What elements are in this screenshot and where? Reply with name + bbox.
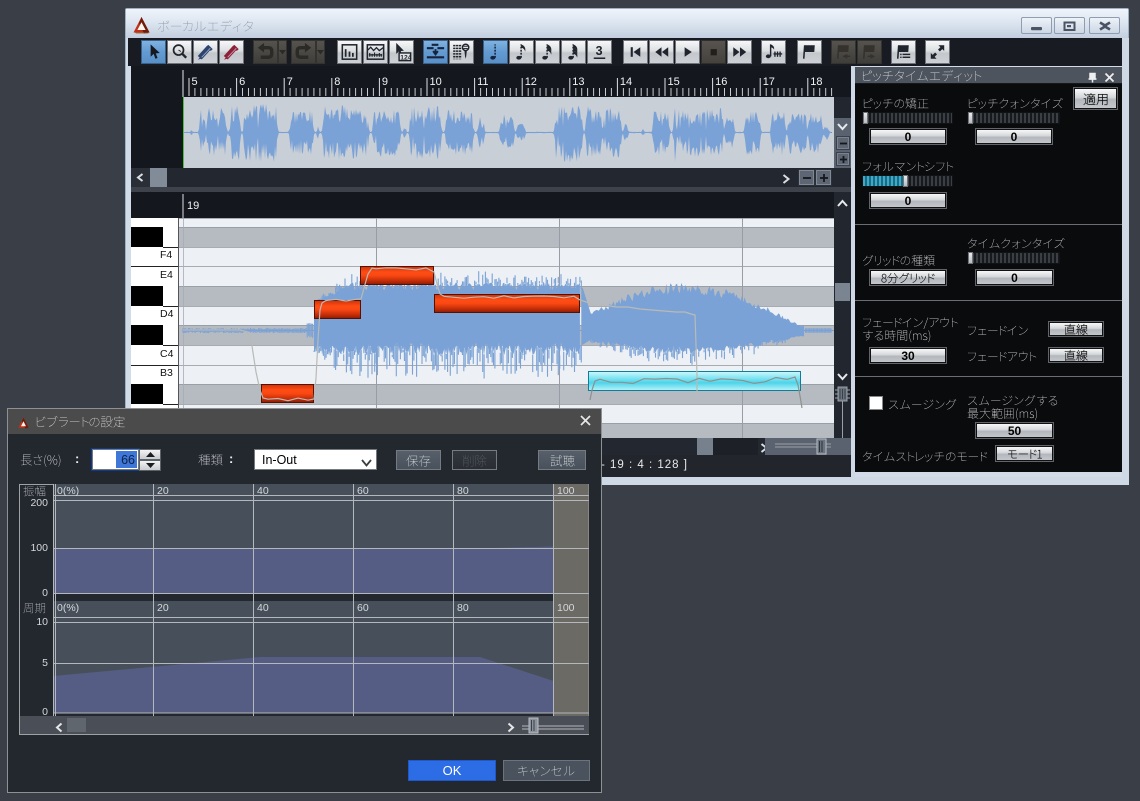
- svg-text:60: 60: [357, 602, 369, 614]
- svg-text:11: 11: [477, 76, 488, 88]
- svg-text:20: 20: [157, 485, 169, 497]
- svg-text:19: 19: [187, 200, 199, 212]
- svg-text:100: 100: [557, 602, 575, 614]
- svg-text:20: 20: [157, 602, 169, 614]
- svg-text:14: 14: [620, 76, 632, 88]
- svg-text:40: 40: [257, 485, 269, 497]
- svg-text:3: 3: [596, 44, 603, 58]
- svg-text:13: 13: [572, 76, 584, 88]
- svg-text:124: 124: [400, 55, 411, 62]
- svg-text:8: 8: [334, 76, 340, 88]
- svg-text:80: 80: [457, 485, 469, 497]
- svg-text:40: 40: [257, 602, 269, 614]
- svg-text:12: 12: [525, 76, 537, 88]
- svg-text:16: 16: [715, 76, 727, 88]
- svg-text:10: 10: [430, 76, 442, 88]
- svg-text:0(%): 0(%): [57, 485, 79, 497]
- svg-text:6: 6: [239, 76, 245, 88]
- svg-text:9: 9: [382, 76, 388, 88]
- svg-text:18: 18: [810, 76, 822, 88]
- svg-text:7: 7: [287, 76, 293, 88]
- svg-text:100: 100: [557, 485, 575, 497]
- svg-text:15: 15: [668, 76, 680, 88]
- svg-text:17: 17: [763, 76, 775, 88]
- svg-text:0(%): 0(%): [57, 602, 79, 614]
- svg-text:80: 80: [457, 602, 469, 614]
- svg-text:60: 60: [357, 485, 369, 497]
- svg-text:5: 5: [192, 76, 198, 88]
